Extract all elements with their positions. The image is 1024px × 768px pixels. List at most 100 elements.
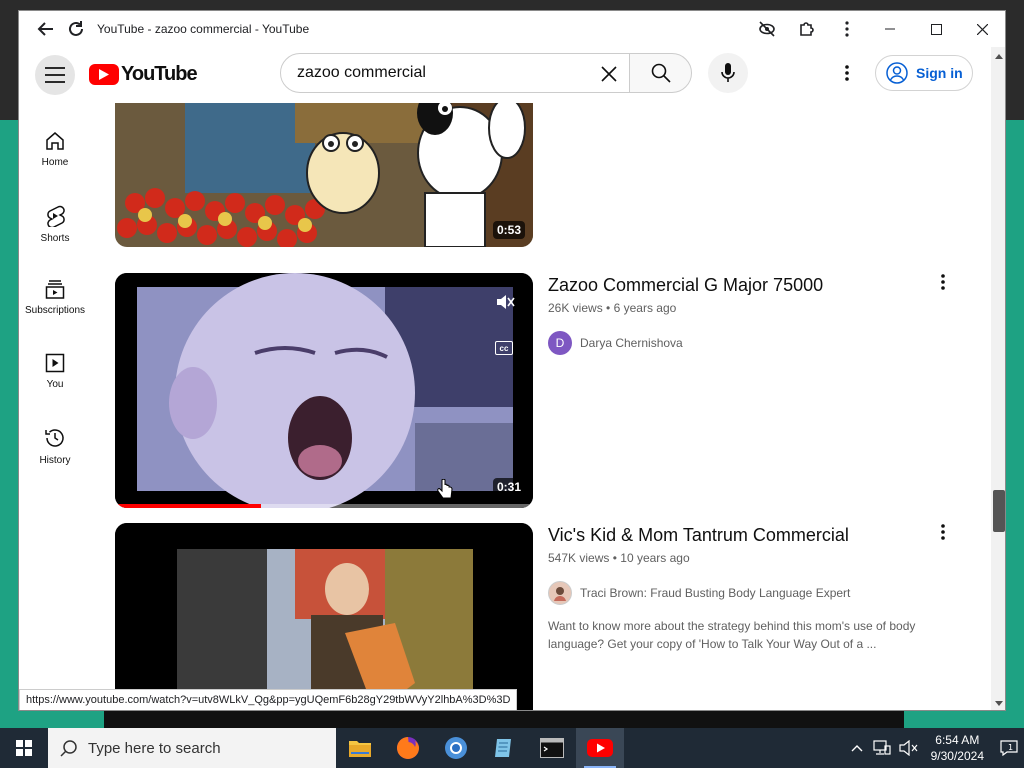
sidebar-item-label: Shorts [40, 233, 70, 244]
mute-icon[interactable] [495, 293, 515, 311]
minimize-button[interactable] [867, 11, 913, 47]
youtube-logo[interactable]: YouTube [89, 63, 198, 86]
microphone-icon [721, 63, 735, 82]
taskbar-firefox[interactable] [384, 728, 432, 768]
search-query[interactable]: zazoo commercial [297, 64, 426, 82]
back-button[interactable] [31, 14, 61, 44]
more-vertical-icon [845, 65, 849, 81]
shorts-icon [47, 205, 65, 227]
notepad-icon [495, 739, 511, 757]
sidebar-item-subscriptions[interactable]: Subscriptions [19, 267, 91, 333]
upload-age: 10 years ago [620, 551, 690, 565]
you-icon [45, 353, 65, 373]
channel-link[interactable]: Traci Brown: Fraud Busting Body Language… [548, 581, 850, 605]
taskbar-notes-app[interactable] [480, 728, 528, 768]
video-title[interactable]: Zazoo Commercial G Major 75000 [548, 275, 823, 296]
close-icon [976, 23, 988, 35]
more-vertical-icon [941, 274, 945, 290]
chevron-up-icon[interactable] [851, 744, 863, 752]
video-description-snippet: Want to know more about the strategy beh… [548, 619, 916, 651]
windows-logo-icon [16, 740, 32, 756]
windows-taskbar: Type here to search 6:54 AM 9/30/2024 1 [0, 728, 1024, 768]
subscriptions-icon [45, 280, 65, 299]
voice-search-button[interactable] [708, 53, 748, 93]
triangle-up-icon [995, 53, 1003, 59]
taskbar-terminal[interactable] [528, 728, 576, 768]
more-vertical-icon [941, 524, 945, 540]
settings-menu-button[interactable] [831, 57, 863, 89]
notification-icon: 1 [1000, 740, 1018, 756]
video-thumbnail[interactable]: 0:53 [115, 103, 533, 247]
video-duration: 0:31 [492, 478, 525, 496]
youtube-header: YouTube zazoo commercial Sign in [19, 47, 1005, 103]
thumbnail-image [115, 273, 533, 508]
start-button[interactable] [0, 728, 48, 768]
scroll-up-button[interactable] [991, 49, 1005, 63]
taskbar-chrome[interactable] [432, 728, 480, 768]
video-thumbnail[interactable] [115, 523, 533, 710]
clock-date: 9/30/2024 [930, 749, 984, 763]
notification-center-button[interactable]: 1 [994, 728, 1024, 768]
youtube-icon [587, 739, 613, 757]
hand-cursor-icon [437, 479, 453, 499]
maximize-button[interactable] [913, 11, 959, 47]
search-input[interactable]: zazoo commercial [280, 53, 630, 93]
reload-button[interactable] [61, 14, 91, 44]
svg-text:1: 1 [1008, 743, 1013, 752]
taskbar-clock[interactable]: 6:54 AM 9/30/2024 [931, 732, 984, 764]
eye-off-button[interactable] [747, 11, 787, 47]
channel-avatar: D [548, 331, 572, 355]
hamburger-icon [45, 67, 65, 83]
channel-name[interactable]: Traci Brown: Fraud Busting Body Language… [580, 586, 850, 600]
browser-icon [445, 737, 467, 759]
back-arrow-icon [37, 22, 53, 36]
extensions-button[interactable] [787, 11, 827, 47]
video-title[interactable]: Vic's Kid & Mom Tantrum Commercial [548, 525, 849, 546]
page-scrollbar[interactable] [991, 47, 1005, 710]
status-bar-url: https://www.youtube.com/watch?v=utv8WLkV… [19, 689, 518, 710]
speaker-muted-icon[interactable] [899, 740, 919, 756]
close-button[interactable] [959, 11, 1005, 47]
browser-menu-button[interactable] [827, 11, 867, 47]
sidebar-item-shorts[interactable]: Shorts [19, 193, 91, 259]
sidebar-item-label: Home [41, 157, 69, 168]
sidebar-item-history[interactable]: History [19, 415, 91, 481]
video-metadata: 26K views • 6 years ago [548, 301, 676, 315]
triangle-down-icon [995, 700, 1003, 706]
scroll-down-button[interactable] [991, 696, 1005, 710]
sidebar-item-you[interactable]: You [19, 341, 91, 407]
search-button[interactable] [629, 53, 692, 93]
view-count: 26K views [548, 301, 603, 315]
video-action-menu-button[interactable] [931, 270, 955, 294]
channel-name[interactable]: Darya Chernishova [580, 336, 683, 350]
channel-link[interactable]: D Darya Chernishova [548, 331, 683, 355]
account-icon [886, 62, 908, 84]
reload-icon [69, 21, 83, 36]
taskbar-file-explorer[interactable] [336, 728, 384, 768]
video-duration: 0:53 [492, 221, 525, 239]
youtube-wordmark: YouTube [121, 63, 198, 85]
browser-window: YouTube - zazoo commercial - YouTube You… [18, 10, 1006, 711]
playback-progress-bar[interactable] [115, 504, 533, 508]
title-bar: YouTube - zazoo commercial - YouTube [19, 11, 1005, 47]
guide-menu-button[interactable] [35, 55, 75, 95]
sign-in-button[interactable]: Sign in [875, 55, 973, 91]
video-metadata: 547K views • 10 years ago [548, 551, 690, 565]
taskbar-youtube[interactable] [576, 728, 624, 768]
meta-separator: • [606, 301, 614, 315]
taskbar-search-box[interactable]: Type here to search [48, 728, 336, 768]
close-icon [601, 66, 617, 82]
search-icon [60, 740, 77, 757]
clear-search-button[interactable] [595, 60, 623, 88]
network-icon[interactable] [873, 740, 891, 756]
puzzle-icon [800, 22, 814, 36]
video-thumbnail[interactable]: cc 0:31 [115, 273, 533, 508]
playback-progress-fill [115, 504, 262, 508]
view-count: 547K views [548, 551, 610, 565]
sign-in-label: Sign in [916, 65, 963, 81]
closed-captions-icon[interactable]: cc [495, 341, 513, 355]
youtube-play-icon [89, 64, 119, 85]
video-action-menu-button[interactable] [931, 520, 955, 544]
scrollbar-thumb[interactable] [993, 490, 1005, 532]
sidebar-item-home[interactable]: Home [19, 119, 91, 185]
